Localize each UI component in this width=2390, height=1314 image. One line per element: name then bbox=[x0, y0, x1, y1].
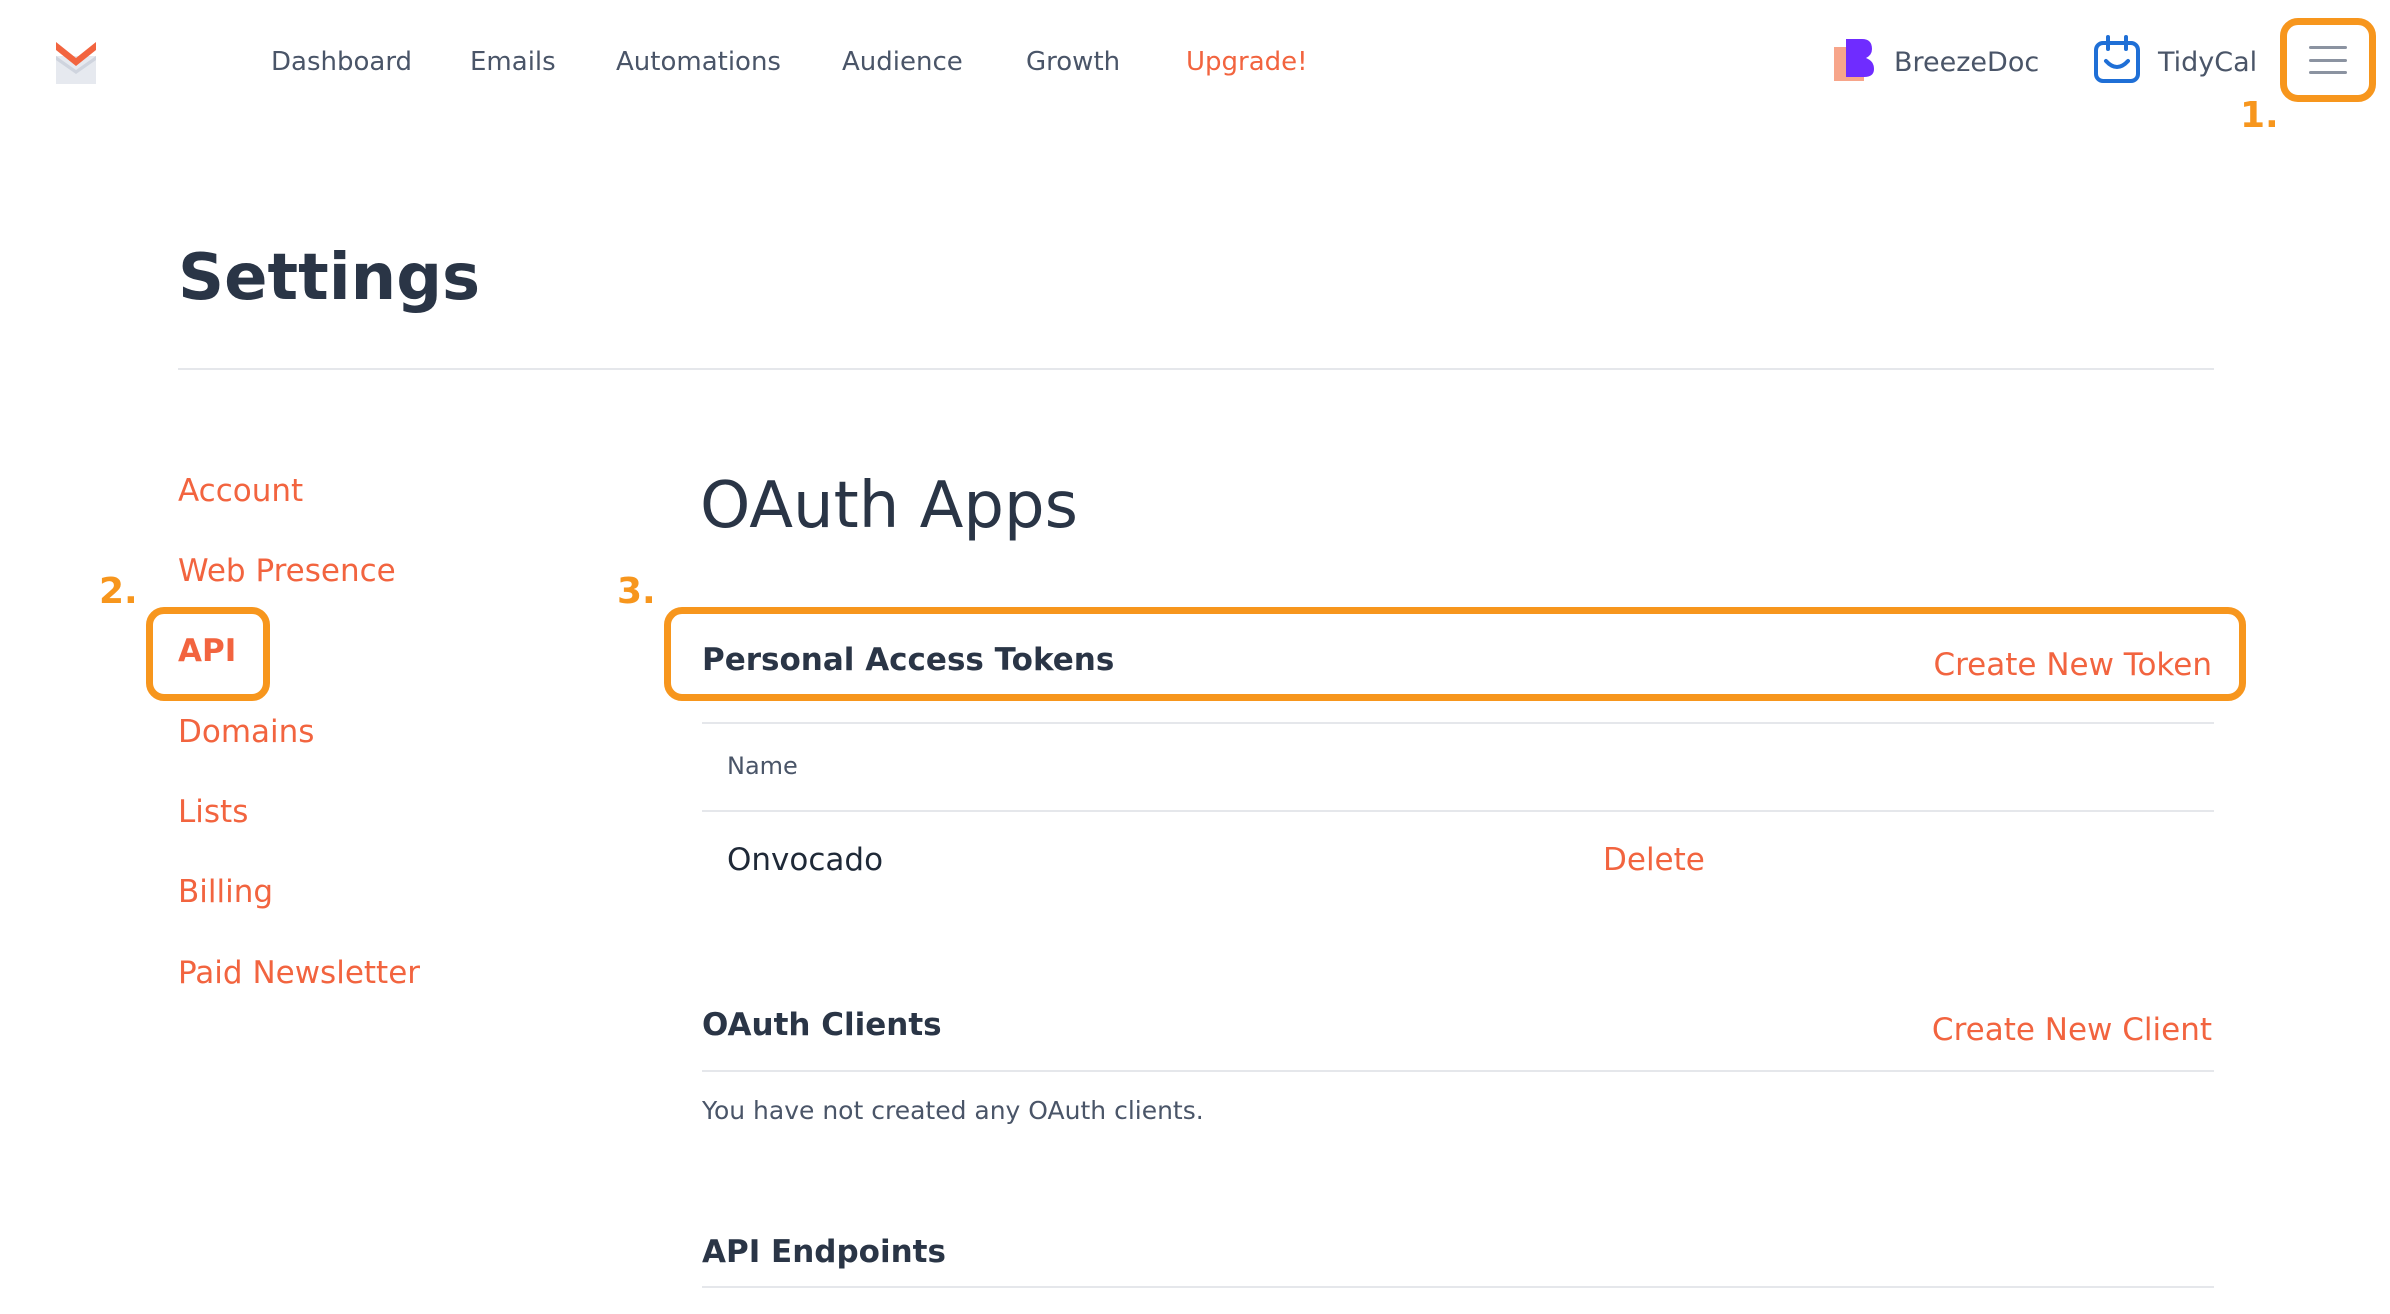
annotation-step-1: 1. bbox=[2240, 95, 2279, 136]
nav-growth[interactable]: Growth bbox=[1026, 44, 1120, 80]
sidebar-item-lists[interactable]: Lists bbox=[178, 792, 248, 832]
nav-upgrade[interactable]: Upgrade! bbox=[1186, 44, 1308, 80]
section-title-oauth-apps: OAuth Apps bbox=[700, 469, 1078, 543]
token-name: Onvocado bbox=[727, 842, 884, 878]
oauth-clients-heading: OAuth Clients bbox=[702, 1007, 942, 1043]
nav-audience[interactable]: Audience bbox=[842, 44, 963, 80]
hamburger-menu-button[interactable] bbox=[2280, 18, 2376, 102]
tokens-divider bbox=[702, 722, 2214, 724]
clients-divider bbox=[702, 1070, 2214, 1072]
sidebar-item-web-presence[interactable]: Web Presence bbox=[178, 551, 396, 591]
sidebar-item-billing[interactable]: Billing bbox=[178, 872, 273, 912]
create-new-token-button[interactable]: Create New Token bbox=[1933, 645, 2212, 685]
logo-icon[interactable] bbox=[52, 36, 100, 88]
header-divider bbox=[178, 368, 2214, 370]
clients-empty-message: You have not created any OAuth clients. bbox=[702, 1096, 1204, 1125]
annotation-highlight-api bbox=[146, 607, 270, 701]
tidycal-label: TidyCal bbox=[2158, 46, 2258, 78]
hamburger-menu-icon bbox=[2309, 46, 2347, 74]
endpoints-divider bbox=[702, 1286, 2214, 1288]
sidebar-item-domains[interactable]: Domains bbox=[178, 712, 314, 752]
create-new-client-button[interactable]: Create New Client bbox=[1932, 1010, 2212, 1050]
annotation-step-2: 2. bbox=[99, 571, 138, 612]
app-link-tidycal[interactable]: TidyCal bbox=[2092, 35, 2258, 89]
table-header-name: Name bbox=[727, 752, 798, 780]
page-title: Settings bbox=[178, 241, 481, 315]
nav-automations[interactable]: Automations bbox=[616, 44, 781, 80]
sidebar-item-paid-newsletter[interactable]: Paid Newsletter bbox=[178, 953, 420, 993]
breezedoc-icon bbox=[1832, 37, 1878, 87]
nav-dashboard[interactable]: Dashboard bbox=[271, 44, 412, 80]
breezedoc-label: BreezeDoc bbox=[1894, 46, 2040, 78]
nav-emails[interactable]: Emails bbox=[470, 44, 556, 80]
tidycal-icon bbox=[2092, 35, 2142, 89]
annotation-step-3: 3. bbox=[617, 571, 656, 612]
tokens-heading: Personal Access Tokens bbox=[702, 642, 1115, 678]
sidebar-item-account[interactable]: Account bbox=[178, 471, 303, 511]
delete-token-button[interactable]: Delete bbox=[1603, 840, 1705, 880]
app-link-breezedoc[interactable]: BreezeDoc bbox=[1832, 36, 2039, 88]
api-endpoints-heading: API Endpoints bbox=[702, 1234, 946, 1270]
table-header-divider bbox=[702, 810, 2214, 812]
